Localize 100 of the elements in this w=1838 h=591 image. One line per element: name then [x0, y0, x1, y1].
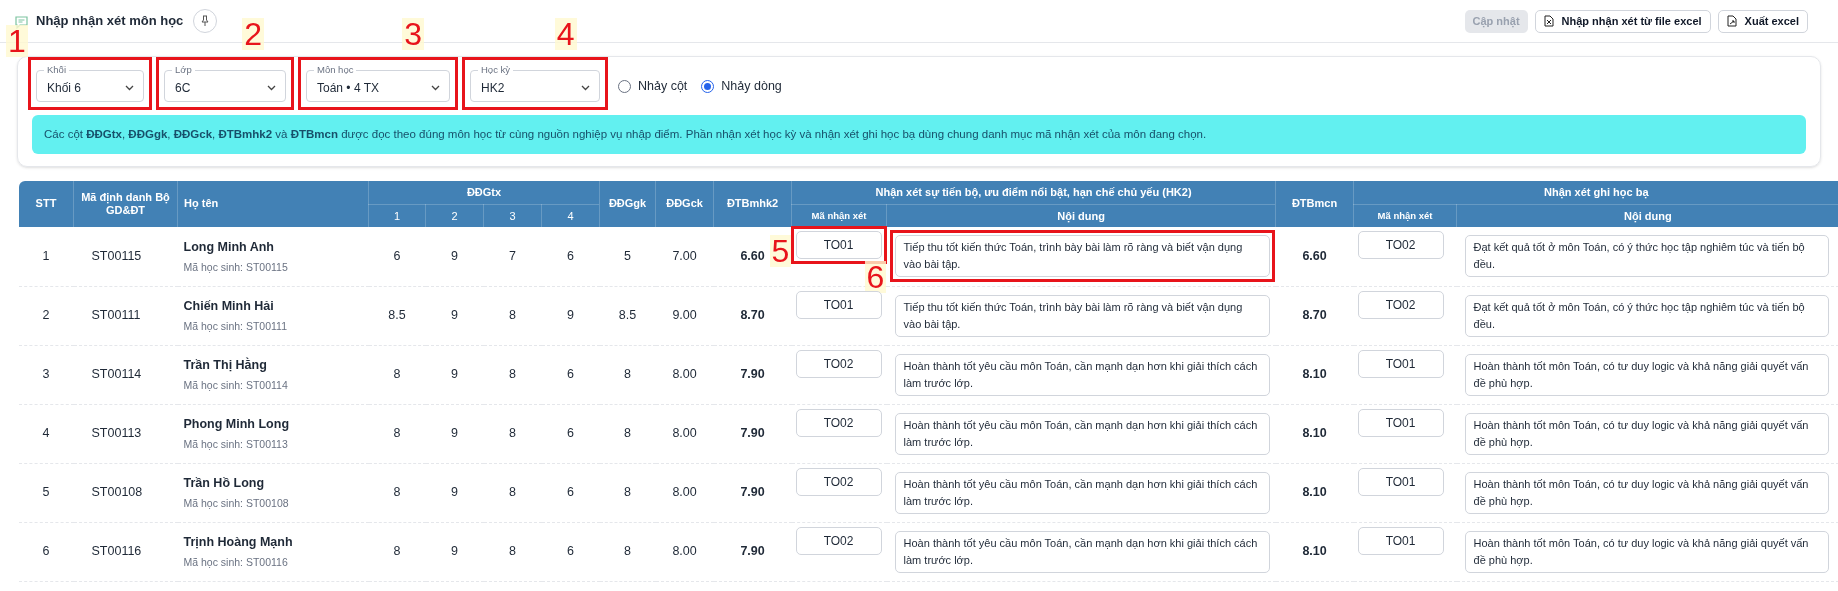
- table-cell: 6: [567, 485, 574, 500]
- table-cell: 9.00: [672, 308, 697, 323]
- comment-field[interactable]: Hoàn thành tốt yêu cầu môn Toán, cần mạnh dạn hơn khi giải thích cách làm trước lớp.: [894, 412, 1270, 455]
- page-title: Nhập nhận xét môn học: [36, 12, 184, 31]
- callout-number: 3: [402, 18, 425, 50]
- column-header: Nội dung: [1456, 204, 1838, 227]
- comment-field[interactable]: Tiếp thu tốt kiến thức Toán, trình bày bài làm rõ ràng và biết vận dụng vào bài tập.: [894, 294, 1270, 337]
- code-field[interactable]: TO02: [1357, 290, 1444, 319]
- table-cell: 8.00: [672, 426, 697, 441]
- radio-option[interactable]: Nhảy dòng: [701, 76, 782, 96]
- table-cell: ST00114: [91, 367, 142, 382]
- comment-field[interactable]: Hoàn thành tốt yêu cầu môn Toán, cần mạnh dạn hơn khi giải thích cách làm trước lớp.: [894, 353, 1270, 396]
- code-field[interactable]: TO01: [795, 231, 882, 259]
- radio-option[interactable]: Nhảy cột: [618, 76, 688, 96]
- field-label: Lớp: [172, 64, 195, 76]
- student-name: Trịnh Hoàng Mạnh: [183, 533, 294, 551]
- table-cell: 8: [509, 426, 516, 441]
- file-icon: [1726, 15, 1737, 27]
- table-cell: 1: [42, 249, 50, 264]
- column-header: Nội dung: [886, 204, 1276, 227]
- comment-field[interactable]: Hoàn thành tốt yêu cầu môn Toán, cần mạnh dạn hơn khi giải thích cách làm trước lớp.: [894, 471, 1270, 514]
- code-field[interactable]: TO02: [795, 349, 882, 378]
- comment-field[interactable]: Tiếp thu tốt kiến thức Toán, trình bày bài làm rõ ràng và biết vận dụng vào bài tập.: [894, 235, 1270, 278]
- column-header: Mã nhận xét: [1353, 204, 1457, 227]
- table-cell: 6: [567, 544, 574, 559]
- comment-field[interactable]: Hoàn thành tốt môn Toán, có tư duy logic và khả năng giải quyết vấn đề phù hợp.: [1464, 353, 1829, 396]
- column-header: Mã định danh Bộ GD&ĐT: [73, 181, 178, 227]
- table-cell: 9: [567, 308, 574, 323]
- callout-number: 4: [554, 18, 577, 50]
- table-cell: 8.70: [1302, 308, 1327, 323]
- chevron-down-icon: [267, 85, 276, 91]
- table-cell: 6: [393, 248, 401, 263]
- table-cell: 7.00: [672, 249, 697, 264]
- table-cell: 8: [509, 485, 516, 500]
- table-cell: ST00115: [91, 249, 142, 264]
- table-cell: 8: [624, 426, 631, 441]
- code-field[interactable]: TO02: [795, 467, 882, 496]
- student-code: Mã học sinh: ST00115: [183, 259, 289, 275]
- student-code: Mã học sinh: ST00108: [183, 495, 290, 511]
- table-cell: 8: [624, 367, 631, 382]
- field-label: Học kỳ: [478, 64, 514, 76]
- callout-number: 6: [864, 261, 887, 294]
- pin-icon: [200, 15, 211, 27]
- student-name: Trần Thị Hằng: [183, 356, 268, 374]
- comment-field[interactable]: Đạt kết quả tốt ở môn Toán, có ý thức học tập nghiêm túc và tiến bộ đều.: [1464, 294, 1829, 337]
- code-field[interactable]: TO01: [1357, 526, 1444, 555]
- table-cell: ST00108: [91, 485, 143, 500]
- select-value: Toán • 4 TX: [317, 80, 379, 97]
- field-label: Môn học: [314, 64, 357, 76]
- table-cell: 4: [42, 426, 50, 441]
- callout-number: 5: [769, 235, 792, 267]
- callout-number: 1: [6, 25, 28, 57]
- chevron-down-icon: [581, 85, 590, 91]
- file-icon: [1543, 15, 1554, 27]
- student-name: Long Minh Anh: [183, 238, 275, 256]
- table-cell: 5: [42, 485, 50, 500]
- table-cell: 2: [42, 308, 50, 323]
- export-button[interactable]: Xuất excel: [1717, 9, 1808, 33]
- column-header: ĐĐGtx: [368, 181, 600, 204]
- student-name: Trần Hồ Long: [183, 474, 266, 492]
- table-cell: 8.5: [618, 308, 637, 323]
- table-cell: 8.00: [672, 485, 697, 500]
- code-field[interactable]: TO02: [795, 526, 882, 555]
- table-cell: 8.5: [388, 308, 406, 323]
- table-cell: 8.10: [1302, 544, 1327, 559]
- column-header: Nhận xét sự tiến bộ, ưu điểm nổi bật, hạn chế chủ yếu (HK2): [791, 181, 1276, 204]
- table-cell: 8.70: [740, 308, 765, 323]
- column-header: 3: [483, 204, 542, 227]
- comment-field[interactable]: Hoàn thành tốt môn Toán, có tư duy logic và khả năng giải quyết vấn đề phù hợp.: [1464, 530, 1829, 573]
- info-banner: Các cột ĐĐGtx, ĐĐGgk, ĐĐGck, ĐTBmhk2 và ĐTBmcn được đọc theo đúng môn học từ cùng nguồn nghiệp vụ nhập điểm. Phần nhận xét học kỳ và nhận xét ghi học bạ dùng chung danh mục mã nhận xét của môn đang chọn.: [32, 115, 1806, 154]
- table-cell: 6: [567, 367, 574, 382]
- comment-field[interactable]: Hoàn thành tốt môn Toán, có tư duy logic và khả năng giải quyết vấn đề phù hợp.: [1464, 471, 1829, 514]
- student-code: Mã học sinh: ST00116: [183, 554, 289, 570]
- column-header: Mã nhận xét: [791, 204, 887, 227]
- comment-field[interactable]: Đạt kết quả tốt ở môn Toán, có ý thức học tập nghiêm túc và tiến bộ đều.: [1464, 235, 1829, 278]
- chevron-down-icon: [125, 85, 134, 91]
- code-field[interactable]: TO01: [1357, 349, 1444, 378]
- code-field[interactable]: TO02: [1357, 231, 1444, 259]
- comment-field[interactable]: Hoàn thành tốt môn Toán, có tư duy logic và khả năng giải quyết vấn đề phù hợp.: [1464, 412, 1829, 455]
- column-header: ĐĐGck: [655, 181, 714, 227]
- select-value: 6C: [175, 80, 191, 97]
- callout-number: 2: [242, 18, 265, 50]
- table-cell: 8.10: [1302, 426, 1327, 441]
- table-cell: 6.60: [1302, 249, 1327, 264]
- table-cell: 8: [509, 544, 516, 559]
- code-field[interactable]: TO01: [795, 290, 882, 319]
- table-cell: 9: [451, 426, 458, 441]
- table-cell: 6: [567, 248, 574, 263]
- code-field[interactable]: TO01: [1357, 408, 1444, 437]
- table-cell: 8: [509, 367, 516, 382]
- comment-field[interactable]: Hoàn thành tốt yêu cầu môn Toán, cần mạnh dạn hơn khi giải thích cách làm trước lớp.: [894, 530, 1270, 573]
- code-field[interactable]: TO01: [1357, 467, 1444, 496]
- code-field[interactable]: TO02: [795, 408, 882, 437]
- column-header: 2: [425, 204, 484, 227]
- student-code: Mã học sinh: ST00111: [183, 318, 288, 334]
- table-cell: 3: [42, 367, 50, 382]
- table-cell: 7.90: [740, 367, 765, 382]
- import-button[interactable]: Nhập nhận xét từ file excel: [1534, 9, 1711, 33]
- column-header: 4: [541, 204, 600, 227]
- table-cell: 8: [624, 485, 631, 500]
